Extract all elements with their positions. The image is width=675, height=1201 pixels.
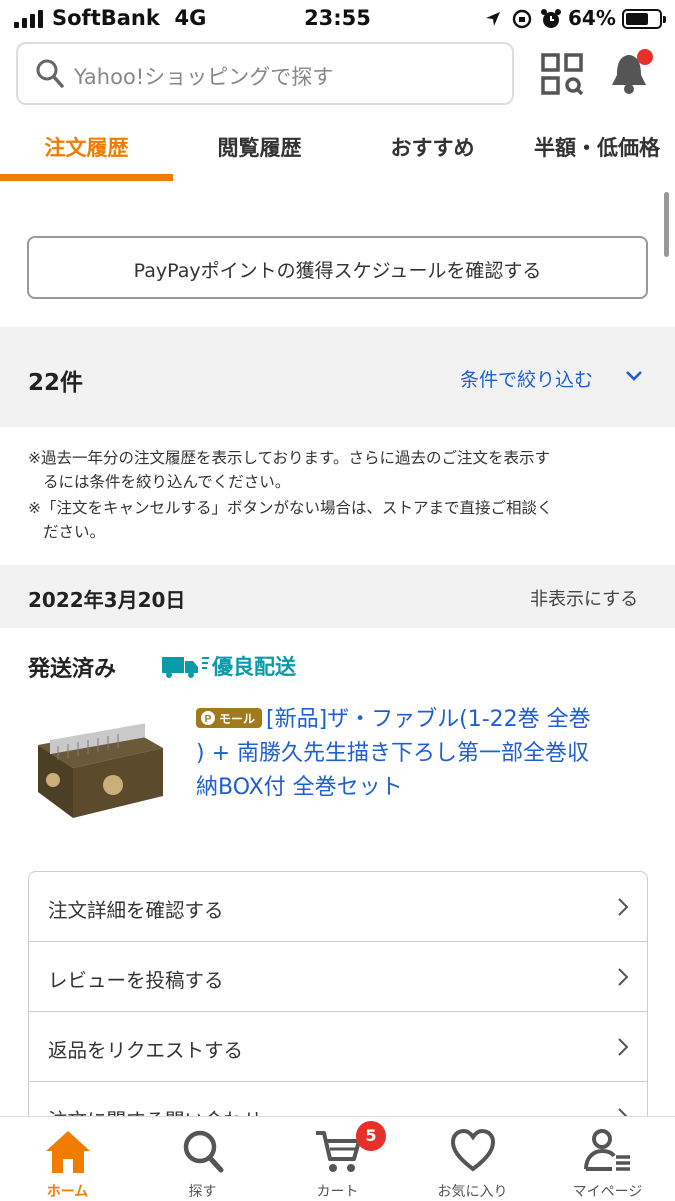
nav-search-label: 探す [188, 1184, 217, 1200]
hide-order-button[interactable]: 非表示にする [530, 585, 638, 611]
chevron-down-icon[interactable] [624, 369, 644, 383]
top-tabs: 注文履歴 閲覧履歴 おすすめ 半額・低価格 [0, 118, 675, 182]
chevron-right-icon [618, 1038, 629, 1056]
nav-cart-label: カート [316, 1184, 359, 1200]
tab-recommended[interactable]: おすすめ [346, 118, 519, 182]
nav-favorites[interactable]: お気に入り [405, 1117, 540, 1201]
shipping-status: 発送済み [28, 657, 117, 682]
product-title-line-1: [新品]ザ・ファブル(1-22巻 全巻 [266, 707, 591, 732]
nav-search[interactable]: 探す [135, 1117, 270, 1201]
tab-order-history[interactable]: 注文履歴 [0, 118, 173, 182]
svg-text:P: P [205, 714, 212, 725]
nav-mypage[interactable]: マイページ [540, 1117, 675, 1201]
tab-half-price[interactable]: 半額・低価格 [519, 118, 675, 182]
note-2: ※「注文をキャンセルする」ボタンがない場合は、ストアまで直接ご相談く ださい。 [28, 496, 553, 544]
note-1-line-1: ※過去一年分の注文履歴を表示しております。さらに過去のご注文を表示す [28, 449, 551, 467]
result-count: 22件 [28, 370, 84, 396]
search-icon [183, 1130, 224, 1173]
product-title-line-2: ) + 南勝久先生描き下ろし第一部全巻収 [196, 741, 590, 766]
chevron-right-icon [618, 968, 629, 986]
qr-code-icon[interactable] [541, 53, 583, 95]
order-date-bar: 2022年3月20日 非表示にする [0, 565, 675, 628]
search-input[interactable]: Yahoo!ショッピングで探す [16, 42, 514, 105]
nav-favorites-label: お気に入り [437, 1184, 508, 1200]
filter-button[interactable]: 条件で絞り込む [460, 365, 593, 392]
request-return-label: 返品をリクエストする [48, 1039, 244, 1062]
location-icon [486, 12, 500, 26]
product-image[interactable] [28, 700, 168, 830]
battery-percent: 64% [568, 6, 616, 30]
order-actions: 注文詳細を確認する レビューを投稿する 返品をリクエストする 注文に関する問い合… [28, 871, 648, 1131]
note-1-line-2: るには条件を絞り込んでください。 [43, 473, 291, 491]
cart-count-badge: 5 [356, 1121, 386, 1151]
note-2-line-2: ださい。 [43, 523, 106, 541]
person-icon [584, 1129, 630, 1171]
request-return-button[interactable]: 返品をリクエストする [29, 1012, 647, 1082]
paypay-schedule-button[interactable]: PayPayポイントの獲得スケジュールを確認する [27, 236, 648, 299]
bell-icon[interactable] [608, 47, 656, 97]
nav-home[interactable]: ホーム [0, 1117, 135, 1201]
chevron-right-icon [618, 898, 629, 916]
tab-browsing-history[interactable]: 閲覧履歴 [173, 118, 346, 182]
bottom-nav: ホーム 探す カート お気に入り マイページ [0, 1116, 675, 1200]
order-detail-label: 注文詳細を確認する [48, 899, 224, 922]
post-review-label: レビューを投稿する [48, 969, 224, 992]
order-detail-button[interactable]: 注文詳細を確認する [29, 872, 647, 942]
tab-active-indicator [0, 174, 173, 181]
paypay-mall-icon: P [201, 711, 215, 725]
nav-mypage-label: マイページ [572, 1184, 643, 1200]
truck-icon [162, 657, 209, 678]
note-1: ※過去一年分の注文履歴を表示しております。さらに過去のご注文を表示す るには条件… [28, 446, 550, 494]
heart-icon [450, 1128, 496, 1172]
status-bar: SoftBank 4G 23:55 64% [0, 0, 675, 38]
notification-dot [637, 49, 653, 65]
results-bar: 22件 条件で絞り込む [0, 327, 675, 427]
battery-icon [622, 9, 666, 29]
product-title-line-3: 納BOX付 全巻セット [196, 775, 403, 800]
order-date: 2022年3月20日 [28, 588, 186, 612]
search-icon [36, 59, 64, 88]
nav-home-label: ホーム [46, 1184, 89, 1200]
alarm-icon [541, 9, 561, 28]
product-title-link[interactable]: [新品]ザ・ファブル(1-22巻 全巻 ) + 南勝久先生描き下ろし第一部全巻収… [196, 703, 646, 805]
post-review-button[interactable]: レビューを投稿する [29, 942, 647, 1012]
note-2-line-1: ※「注文をキャンセルする」ボタンがない場合は、ストアまで直接ご相談く [28, 499, 553, 517]
good-delivery-label: 優良配送 [212, 655, 296, 679]
search-placeholder: Yahoo!ショッピングで探す [74, 65, 334, 89]
scrollbar[interactable] [664, 192, 669, 257]
rotation-lock-icon [512, 9, 532, 29]
mall-badge-label: モール [219, 712, 256, 726]
home-icon [46, 1131, 90, 1173]
mall-badge: P モール [196, 708, 262, 728]
